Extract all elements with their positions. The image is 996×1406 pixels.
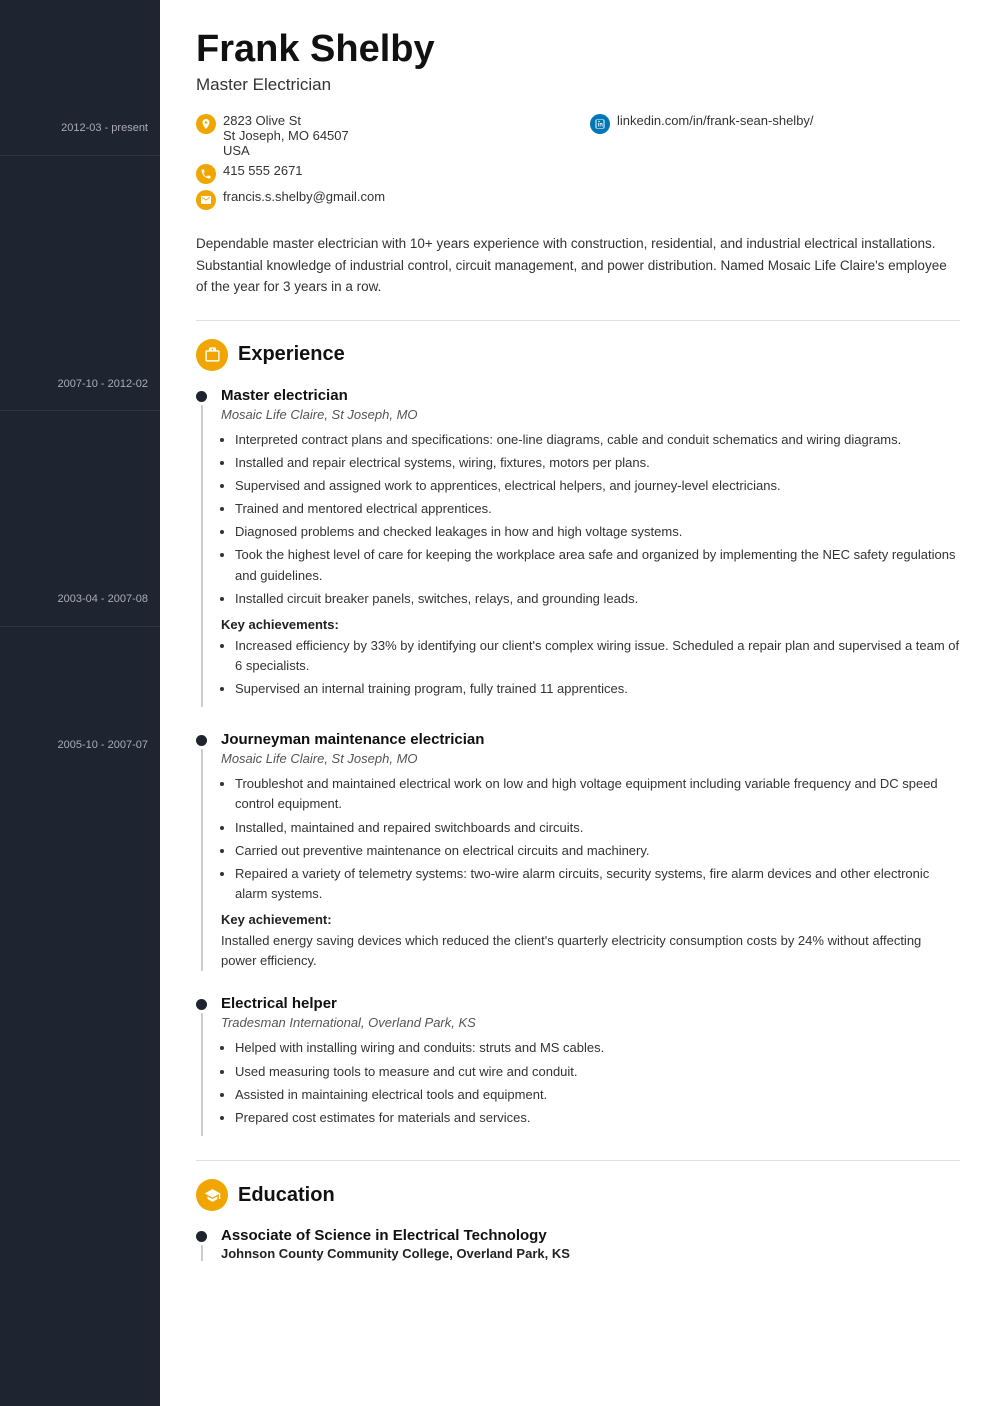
job-3: Electrical helper Tradesman Internationa… [196,995,960,1136]
job-2-company: Mosaic Life Claire, St Joseph, MO [221,751,960,766]
divider-education [196,1160,960,1161]
graduation-icon [196,1179,228,1211]
job-1-content: Master electrician Mosaic Life Claire, S… [221,387,960,708]
job-2-achievement-text: Installed energy saving devices which re… [221,931,960,971]
job-1-company: Mosaic Life Claire, St Joseph, MO [221,407,960,422]
list-item: Took the highest level of care for keepi… [235,545,960,585]
list-item: Supervised an internal training program,… [235,679,960,699]
location-icon [196,114,216,134]
email-address: francis.s.shelby@gmail.com [223,189,385,204]
list-item: Trained and mentored electrical apprenti… [235,499,960,519]
job-1-title: Master electrician [221,387,960,404]
edu-1-content: Associate of Science in Electrical Techn… [221,1227,960,1261]
main-content: Frank Shelby Master Electrician 2823 Oli… [160,0,996,1406]
list-item: Used measuring tools to measure and cut … [235,1062,960,1082]
job-1: Master electrician Mosaic Life Claire, S… [196,387,960,708]
job-1-achievements-label: Key achievements: [221,617,960,632]
job-2-content: Journeyman maintenance electrician Mosai… [221,731,960,971]
job-1-dot-line [196,391,207,708]
list-item: Increased efficiency by 33% by identifyi… [235,636,960,676]
job-2-dot-line [196,735,207,971]
contact-address: 2823 Olive St St Joseph, MO 64507 USA [196,113,566,158]
address-line3: USA [223,143,349,158]
contact-linkedin: linkedin.com/in/frank-sean-shelby/ [590,113,960,134]
education-title: Education [238,1184,335,1207]
candidate-title: Master Electrician [196,75,960,95]
address-line2: St Joseph, MO 64507 [223,128,349,143]
job-3-bullets: Helped with installing wiring and condui… [235,1038,960,1128]
edu-1-dot [196,1231,207,1242]
phone-icon [196,164,216,184]
candidate-name: Frank Shelby [196,28,960,71]
exp3-date: 2003-04 - 2007-08 [0,410,160,626]
job-1-line [201,405,203,708]
job-2-dot [196,735,207,746]
list-item: Installed circuit breaker panels, switch… [235,589,960,609]
summary-text: Dependable master electrician with 10+ y… [196,233,960,298]
job-2-title: Journeyman maintenance electrician [221,731,960,748]
divider-experience [196,320,960,321]
job-3-line [201,1013,203,1136]
linkedin-url: linkedin.com/in/frank-sean-shelby/ [617,113,814,128]
sidebar: 2012-03 - present 2007-10 - 2012-02 2003… [0,0,160,1406]
briefcase-icon [196,339,228,371]
job-3-dot [196,999,207,1010]
job-3-content: Electrical helper Tradesman Internationa… [221,995,960,1136]
job-2-achievements-label: Key achievement: [221,912,960,927]
job-1-bullets: Interpreted contract plans and specifica… [235,430,960,609]
job-3-title: Electrical helper [221,995,960,1012]
exp2-date: 2007-10 - 2012-02 [0,155,160,411]
edu-1: Associate of Science in Electrical Techn… [196,1227,960,1261]
job-1-achievements-list: Increased efficiency by 33% by identifyi… [235,636,960,699]
education-header: Education [196,1179,960,1211]
list-item: Assisted in maintaining electrical tools… [235,1085,960,1105]
contact-phone: 415 555 2671 [196,163,566,184]
list-item: Helped with installing wiring and condui… [235,1038,960,1058]
edu-1-line [201,1245,203,1261]
edu1-date: 2005-10 - 2007-07 [0,626,160,772]
linkedin-icon [590,114,610,134]
job-3-company: Tradesman International, Overland Park, … [221,1015,960,1030]
list-item: Installed, maintained and repaired switc… [235,818,960,838]
experience-title: Experience [238,343,345,366]
edu-1-school: Johnson County Community College, Overla… [221,1246,960,1261]
contact-email: francis.s.shelby@gmail.com [196,189,566,210]
contact-section: 2823 Olive St St Joseph, MO 64507 USA 41… [196,113,960,215]
job-1-dot [196,391,207,402]
list-item: Repaired a variety of telemetry systems:… [235,864,960,904]
exp1-date: 2012-03 - present [0,120,160,155]
edu-1-dot-line [196,1231,207,1261]
email-icon [196,190,216,210]
list-item: Supervised and assigned work to apprenti… [235,476,960,496]
phone-number: 415 555 2671 [223,163,303,178]
job-3-dot-line [196,999,207,1136]
experience-header: Experience [196,339,960,371]
job-2: Journeyman maintenance electrician Mosai… [196,731,960,971]
list-item: Prepared cost estimates for materials an… [235,1108,960,1128]
list-item: Troubleshot and maintained electrical wo… [235,774,960,814]
list-item: Diagnosed problems and checked leakages … [235,522,960,542]
list-item: Carried out preventive maintenance on el… [235,841,960,861]
job-2-bullets: Troubleshot and maintained electrical wo… [235,774,960,904]
list-item: Interpreted contract plans and specifica… [235,430,960,450]
job-2-line [201,749,203,971]
address-line1: 2823 Olive St [223,113,349,128]
edu-1-degree: Associate of Science in Electrical Techn… [221,1227,960,1244]
list-item: Installed and repair electrical systems,… [235,453,960,473]
